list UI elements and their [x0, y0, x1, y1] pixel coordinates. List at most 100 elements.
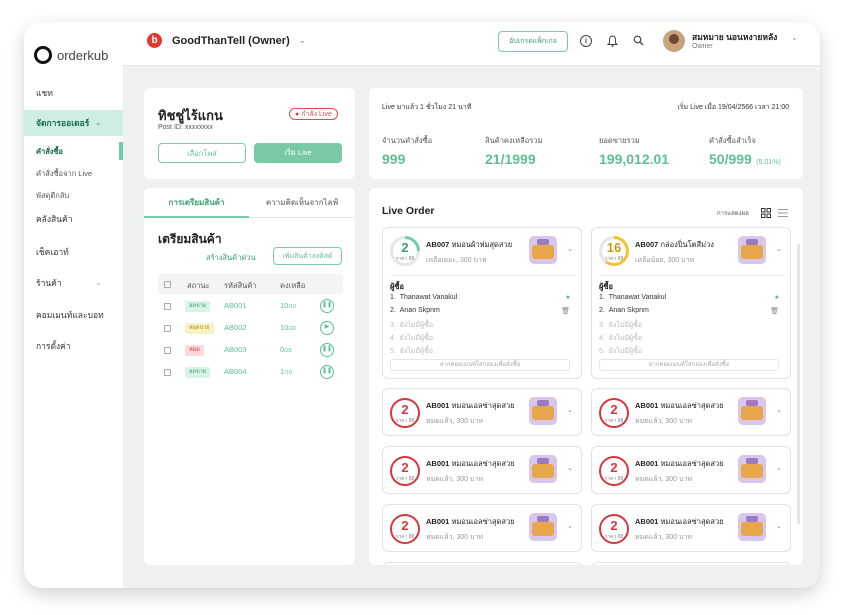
sidebar-item-checkout[interactable]: เช็คเอาท์	[24, 243, 123, 261]
column-remaining: คงเหลือ	[280, 281, 306, 290]
sidebar-item-order-management[interactable]: จัดการออเดอร์ ⌄	[24, 110, 123, 136]
product-title: AB001 หมอนเอลซ่าสุดสวย	[426, 400, 515, 412]
user-name[interactable]: สมหมาย นอนหงายหลัง	[692, 30, 777, 44]
start-live-button[interactable]: เริ่ม Live	[254, 143, 342, 163]
table-row[interactable]: ลดขาย AB004 1/10 ❚❚	[158, 362, 343, 384]
remaining-total: /10	[284, 370, 292, 376]
chevron-down-icon[interactable]: ⌄	[776, 522, 782, 530]
status-badge: ลดขาย	[185, 301, 211, 312]
order-count-ring: 2 ราคา 88	[390, 398, 420, 428]
trash-icon[interactable]: 🗑	[770, 307, 779, 315]
product-detail: เหลือเยอะ, 300 บาท	[426, 257, 487, 264]
sidebar-item-label: คอมเมนท์และบอท	[36, 310, 104, 320]
row-checkbox[interactable]	[164, 303, 171, 310]
order-count: 2	[610, 460, 618, 475]
order-card-collapsed[interactable]: 2ราคา 88AB001 หมอนเอลซ่าสุดสวยหมดแล้ว, 3…	[382, 504, 582, 552]
order-card-collapsed[interactable]: 2ราคา 88AB001 หมอนเอลซ่าสุดสวยหมดแล้ว, 3…	[591, 504, 791, 552]
table-row[interactable]: หมด AB003 0/20 ❚❚	[158, 340, 343, 362]
upgrade-button[interactable]: อัปเกรดแพ็กเกจ	[498, 31, 568, 52]
bell-icon[interactable]	[606, 35, 618, 47]
buyers-heading: ผู้ซื้อ	[390, 282, 404, 291]
quick-create-link[interactable]: สร้างสินค้าด่วน	[206, 252, 256, 264]
buyer-name: ยังไม่มีผู้ซื้อ	[399, 322, 434, 329]
pause-icon[interactable]: ❚❚	[320, 343, 334, 357]
row-checkbox[interactable]	[164, 325, 171, 332]
table-row[interactable]: หยุดขาย AB002 10/20 ▶	[158, 318, 343, 340]
order-card-collapsed[interactable]: 2ราคา 88AB001 หมอนเอลซ่าสุดสวยหมดแล้ว, 3…	[591, 446, 791, 494]
table-row[interactable]: ลดขาย AB001 10/10 ❚❚	[158, 296, 343, 318]
chevron-down-icon[interactable]: ⌄	[776, 245, 782, 253]
product-name: หมอนเอลซ่าสุดสวย	[660, 459, 724, 468]
top-bar: b GoodThanTell (Owner) ⌄ อัปเกรดแพ็กเกจ …	[123, 22, 820, 66]
product-code: AB002	[224, 323, 247, 332]
play-icon[interactable]: ▶	[320, 321, 334, 335]
divider	[599, 275, 785, 276]
product-code: AB003	[224, 345, 247, 354]
order-price: ราคา 88	[395, 476, 415, 482]
row-checkbox[interactable]	[164, 347, 171, 354]
scrollbar[interactable]	[797, 244, 800, 524]
list-view-icon[interactable]	[778, 205, 788, 217]
chevron-down-icon[interactable]: ⌄	[567, 245, 573, 253]
product-detail: หมดแล้ว, 300 บาท	[635, 534, 693, 541]
buyer-name: ยังไม่มีผู้ซื้อ	[608, 322, 643, 329]
grid-view-icon[interactable]	[761, 205, 771, 218]
product-thumbnail	[738, 236, 766, 264]
product-detail: เหลือน้อย, 300 บาท	[635, 257, 695, 264]
product-title: AB001 หมอนเอลซ่าสุดสวย	[426, 516, 515, 528]
sidebar-item-chat[interactable]: แชท	[24, 84, 123, 102]
product-name: หมอนเอลซ่าสุดสวย	[451, 459, 515, 468]
view-mode-label: การแสดงผล	[717, 211, 749, 217]
order-card-collapsed[interactable]: 2ราคา 88AB001 หมอนเอลซ่าสุดสวยหมดแล้ว, 3…	[382, 562, 582, 565]
pause-icon[interactable]: ❚❚	[320, 365, 334, 379]
stat-successful-orders: คำสั่งซื้อสำเร็จ 50/999 (5.01%)	[709, 135, 781, 169]
sidebar-item-shop[interactable]: ร้านค้า ⌄	[24, 274, 123, 292]
sidebar-item-settings[interactable]: การตั้งค่า	[24, 337, 123, 355]
search-icon[interactable]	[632, 35, 644, 47]
comment-drop-zone[interactable]: ลากคอมเมนท์ใส่กล่องเพื่อสั่งซื้อ	[599, 359, 779, 371]
avatar[interactable]	[663, 30, 685, 52]
chevron-down-icon[interactable]: ⌄	[776, 464, 782, 472]
chevron-down-icon[interactable]: ⌄	[567, 464, 573, 472]
add-to-list-button[interactable]: เพิ่มสินค้าลงลิสต์	[273, 247, 342, 265]
app-logo[interactable]: orderkub	[34, 46, 108, 64]
trash-icon[interactable]: 🗑	[561, 307, 570, 315]
sidebar-subitem-returns[interactable]: พัสดุตีกลับ	[24, 190, 123, 202]
sidebar-subitem-orders[interactable]: คำสั่งซื้อ	[24, 142, 123, 160]
order-card-collapsed[interactable]: 2ราคา 88AB001 หมอนเอลซ่าสุดสวยหมดแล้ว, 3…	[382, 446, 582, 494]
sidebar-item-comments-bot[interactable]: คอมเมนท์และบอท	[24, 306, 123, 324]
chevron-down-icon[interactable]: ⌄	[776, 406, 782, 414]
product-name: หมอนผ้าห่มสุดสวย	[451, 240, 513, 249]
select-post-button[interactable]: เลือกโพส	[158, 143, 246, 163]
select-all-checkbox[interactable]	[164, 281, 171, 288]
buyer-name: ยังไม่มีผู้ซื้อ	[399, 348, 434, 355]
product-detail: หมดแล้ว, 300 บาท	[426, 534, 484, 541]
order-card-collapsed[interactable]: 2ราคา 88AB001 หมอนเอลซ่าสุดสวยหมดแล้ว, 3…	[382, 388, 582, 436]
order-price: ราคา 88	[395, 256, 415, 262]
tab-live-comments[interactable]: ความคิดเห็นจากไลฟ์	[249, 188, 355, 218]
pause-icon[interactable]: ❚❚	[320, 299, 334, 313]
column-status: สถานะ	[187, 281, 210, 290]
info-icon[interactable]: i	[580, 35, 592, 47]
remaining-count: 10/20	[280, 323, 296, 332]
stat-value: 50/999	[709, 151, 752, 167]
buyer-row: 3. ยังไม่มีผู้ซื้อ	[390, 322, 434, 329]
chevron-down-icon[interactable]: ⌄	[791, 33, 798, 42]
chevron-down-icon[interactable]: ⌄	[567, 406, 573, 414]
stat-value: 199,012.01	[599, 151, 670, 167]
row-checkbox[interactable]	[164, 369, 171, 376]
tab-product-prep[interactable]: การเตรียมสินค้า	[144, 188, 249, 218]
live-order-panel: Live Order การแสดงผล 2 ราคา 88 AB007 หมอนผ…	[369, 188, 803, 565]
order-card-collapsed[interactable]: 2ราคา 88AB001 หมอนเอลซ่าสุดสวยหมดแล้ว, 3…	[591, 388, 791, 436]
sidebar-subitem-live-orders[interactable]: คำสั่งซื้อจาก Live	[24, 168, 123, 180]
chevron-down-icon[interactable]: ⌄	[299, 36, 306, 45]
sidebar-item-inventory[interactable]: คลังสินค้า	[24, 210, 123, 228]
chevron-down-icon[interactable]: ⌄	[567, 522, 573, 530]
order-card[interactable]: 2 ราคา 88 AB007 หมอนผ้าห่มสุดสวย เหลือเยอะ,…	[382, 227, 582, 379]
comment-drop-zone[interactable]: ลากคอมเมนท์ใส่กล่องเพื่อสั่งซื้อ	[390, 359, 570, 371]
buyer-row: 2. Anan Skpnm 🗑	[599, 307, 779, 315]
buyer-name: Anan Skpnm	[399, 307, 440, 314]
order-card-collapsed[interactable]: 2ราคา 88AB001 หมอนเอลซ่าสุดสวยหมดแล้ว, 3…	[591, 562, 791, 565]
shop-name[interactable]: GoodThanTell (Owner)	[172, 35, 290, 47]
order-card[interactable]: 16 ราคา 88 AB007 กล่องปิ่นโตสีม่วง เหลือน้อ…	[591, 227, 791, 379]
